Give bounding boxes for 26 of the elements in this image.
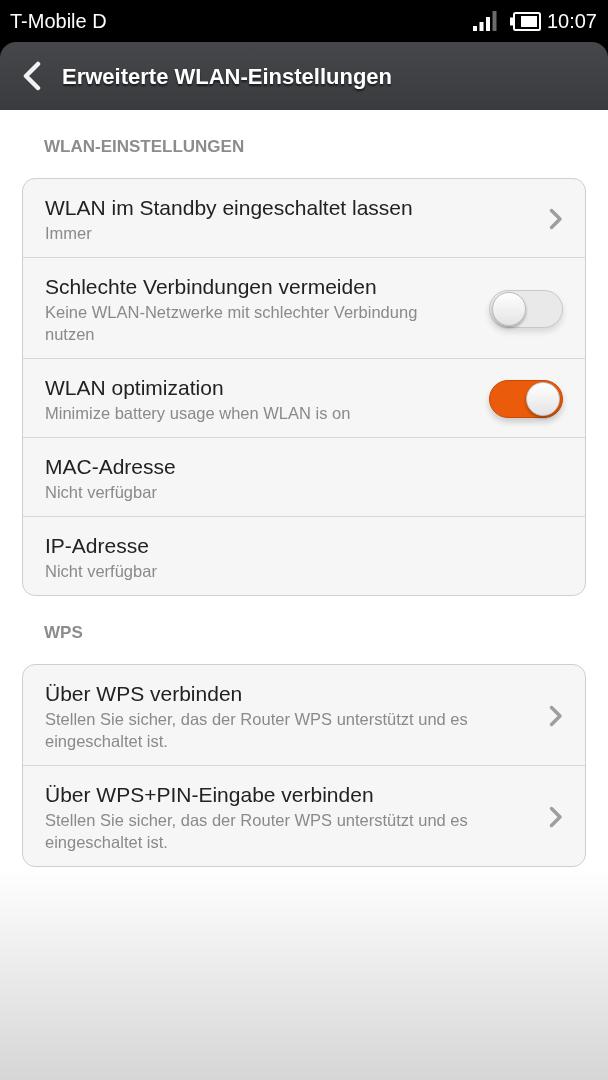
setting-summary: Stellen Sie sicher, das der Router WPS unterstützt und es eingeschaltet ist. bbox=[45, 709, 469, 752]
setting-title: MAC-Adresse bbox=[45, 454, 176, 480]
setting-summary: Immer bbox=[45, 223, 92, 244]
carrier-name: T-Mobile D bbox=[10, 9, 107, 34]
setting-summary: Keine WLAN-Netzwerke mit schlechter Verbindung nutzen bbox=[45, 302, 419, 345]
toggle-switch[interactable] bbox=[489, 289, 563, 328]
setting-summary: Nicht verfügbar bbox=[45, 482, 157, 503]
setting-title: IP-Adresse bbox=[45, 533, 149, 559]
setting-title: Über WPS verbinden bbox=[45, 681, 243, 707]
setting-title: WLAN im Standby eingeschaltet lassen bbox=[45, 195, 413, 221]
clock-time: 10:07 bbox=[546, 9, 597, 34]
setting-summary: Nicht verfügbar bbox=[45, 561, 157, 582]
setting-title: Schlechte Verbindungen vermeiden bbox=[45, 274, 377, 300]
setting-title: WLAN optimization bbox=[45, 375, 224, 401]
battery-icon bbox=[509, 11, 541, 31]
chevron-right-icon bbox=[549, 805, 563, 828]
toggle-switch[interactable] bbox=[489, 379, 563, 418]
setting-summary: Minimize battery usage when WLAN is on bbox=[45, 403, 351, 424]
screen-title: Erweiterte WLAN-Einstellungen bbox=[62, 62, 393, 91]
chevron-right-icon bbox=[549, 207, 563, 230]
section-header: WLAN-EINSTELLUNGEN bbox=[44, 136, 245, 158]
section-header: WPS bbox=[44, 622, 83, 644]
signal-strength-icon bbox=[472, 11, 497, 31]
chevron-right-icon bbox=[549, 704, 563, 727]
setting-title: Über WPS+PIN-Eingabe verbinden bbox=[45, 782, 374, 808]
setting-summary: Stellen Sie sicher, das der Router WPS unterstützt und es eingeschaltet ist. bbox=[45, 810, 469, 853]
